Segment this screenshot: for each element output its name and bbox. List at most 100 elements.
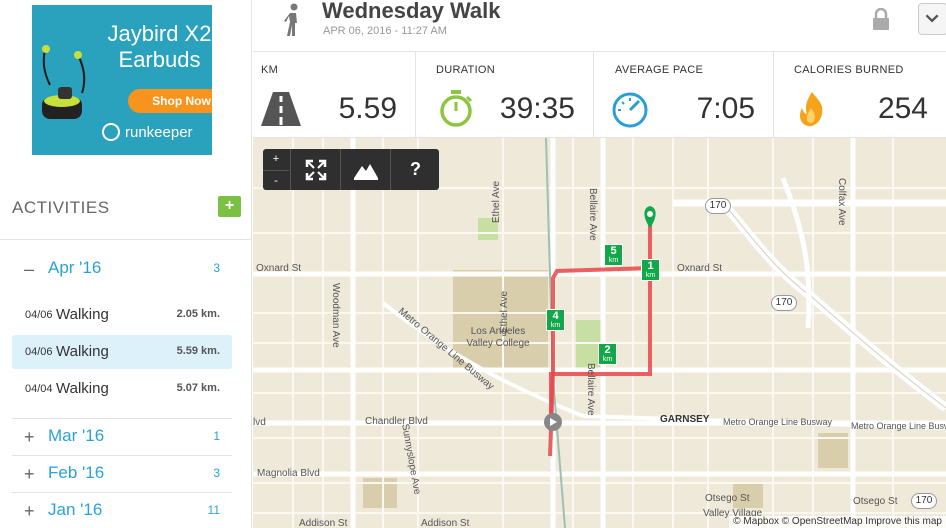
expand-icon: +	[24, 427, 35, 447]
activity-row[interactable]: 04/04 Walking 5.07 km.	[12, 372, 232, 406]
stats-bar: KM 5.59 DURATION 39:35 AVERAGE PACE 7:05…	[253, 52, 946, 138]
stat-value: 254	[877, 92, 928, 125]
expand-icon: +	[24, 501, 35, 521]
street-label: lvd	[253, 417, 266, 428]
month-row-jan-16[interactable]: + Jan '16 11	[12, 496, 232, 526]
highway-shield: 170	[705, 198, 731, 214]
km-marker-4[interactable]: 4 km	[546, 309, 565, 331]
street-label: Oxnard St	[677, 263, 723, 274]
stat-distance: KM 5.59	[253, 52, 416, 138]
street-label: GARNSEY	[660, 414, 710, 425]
sidebar: Jaybird X2 Earbuds Shop Now runkeeper AC…	[0, 0, 252, 528]
ad-shop-button[interactable]: Shop Now	[128, 89, 212, 113]
route-map[interactable]: Ethel Ave Bellaire Ave Oxnard St Oxnard …	[253, 138, 946, 528]
month-count: 11	[207, 503, 220, 517]
fullscreen-button[interactable]	[290, 149, 340, 190]
highway-shield: 170	[911, 493, 937, 509]
map-attribution[interactable]: © Mapbox © OpenStreetMap Improve this ma…	[729, 516, 946, 528]
map-controls: + - ?	[263, 149, 439, 190]
collapse-icon: –	[24, 259, 35, 279]
stat-value: 7:05	[696, 92, 755, 125]
fullscreen-icon	[305, 159, 326, 181]
earbuds-image	[42, 45, 86, 119]
activity-distance: 5.07 km.	[176, 382, 220, 394]
activity-type: Walking	[56, 343, 109, 360]
month-row-apr-16[interactable]: – Apr '16 3	[12, 254, 232, 284]
street-label: Bellaire Ave	[585, 363, 596, 416]
stat-label: CALORIES BURNED	[794, 64, 904, 76]
runkeeper-logo-icon	[102, 123, 120, 141]
activity-date: 04/06	[25, 346, 53, 358]
activity-date: 04/06	[25, 309, 53, 321]
street-label: Metro Orange Line Busway	[851, 421, 946, 431]
month-label: Mar '16	[48, 426, 105, 445]
lock-icon[interactable]	[871, 8, 891, 30]
road-icon	[261, 92, 301, 126]
flame-icon	[800, 92, 823, 127]
zoom-out-button[interactable]: -	[263, 170, 289, 190]
month-label: Feb '16	[48, 463, 105, 482]
chevron-down-icon	[925, 14, 939, 23]
zoom-in-button[interactable]: +	[263, 149, 289, 169]
activity-distance: 2.05 km.	[176, 308, 220, 320]
divider	[12, 455, 232, 456]
street-label: Addison St	[299, 518, 348, 528]
divider	[12, 418, 232, 419]
street-label: Ethel Ave	[491, 180, 502, 223]
activity-datetime: APR 06, 2016 - 11:27 AM	[323, 25, 447, 37]
stat-duration: DURATION 39:35	[416, 52, 594, 138]
walker-icon	[284, 3, 298, 36]
stat-calories: CALORIES BURNED 254	[774, 52, 946, 138]
speedometer-icon	[612, 92, 648, 128]
activity-menu-button[interactable]	[918, 3, 946, 35]
stat-average-pace: AVERAGE PACE 7:05	[594, 52, 774, 138]
street-label: Colfax Ave	[836, 178, 847, 226]
street-label: Magnolia Blvd	[257, 468, 320, 479]
stat-value: 5.59	[338, 92, 397, 125]
km-marker-5[interactable]: 5 km	[604, 244, 623, 266]
month-row-feb-16[interactable]: + Feb '16 3	[12, 459, 232, 489]
street-label: Ethel Ave	[499, 290, 510, 333]
month-row-mar-16[interactable]: + Mar '16 1	[12, 422, 232, 452]
street-label: Otsego St	[853, 496, 898, 507]
activity-date: 04/04	[25, 383, 53, 395]
street-label: Chandler Blvd	[365, 416, 428, 427]
expand-icon: +	[24, 464, 35, 484]
stat-label: KM	[261, 64, 279, 76]
street-label: Otsego St	[705, 493, 750, 504]
activity-row[interactable]: 04/06 Walking 2.05 km.	[12, 298, 232, 332]
highway-shield: 170	[771, 295, 797, 311]
ad-banner[interactable]: Jaybird X2 Earbuds Shop Now runkeeper	[32, 5, 212, 155]
month-label: Apr '16	[48, 258, 102, 277]
stat-label: AVERAGE PACE	[615, 64, 704, 76]
street-label: Metro Orange Line Busway	[723, 417, 833, 427]
divider	[12, 492, 232, 493]
month-count: 3	[213, 466, 220, 480]
mountain-icon	[353, 164, 378, 180]
street-label: Bellaire Ave	[587, 188, 598, 241]
stopwatch-icon	[440, 90, 473, 127]
activity-type: Walking	[56, 380, 109, 397]
campus-label: Los Angeles Valley College	[466, 326, 530, 349]
activity-distance: 5.59 km.	[176, 345, 220, 357]
terrain-button[interactable]	[340, 149, 390, 190]
stat-label: DURATION	[436, 64, 496, 76]
street-label: Addison St	[421, 518, 470, 528]
activity-row-selected[interactable]: 04/06 Walking 5.59 km.	[12, 335, 232, 369]
street-label: Woodman Ave	[330, 283, 341, 348]
activity-type: Walking	[56, 306, 109, 323]
month-count: 1	[213, 429, 220, 443]
add-activity-button[interactable]: +	[218, 196, 241, 217]
km-marker-1[interactable]: 1 km	[641, 259, 660, 281]
stat-value: 39:35	[499, 92, 575, 125]
month-label: Jan '16	[48, 500, 103, 519]
activities-heading: ACTIVITIES	[12, 198, 110, 217]
help-button[interactable]: ?	[390, 149, 440, 190]
street-label: Oxnard St	[256, 263, 302, 274]
month-count: 3	[213, 261, 220, 275]
activity-title: Wednesday Walk	[322, 0, 501, 23]
km-marker-2[interactable]: 2 km	[598, 343, 617, 365]
activity-header: Wednesday Walk APR 06, 2016 - 11:27 AM	[253, 0, 946, 52]
app-root: Jaybird X2 Earbuds Shop Now runkeeper AC…	[0, 0, 946, 528]
divider	[0, 239, 252, 240]
